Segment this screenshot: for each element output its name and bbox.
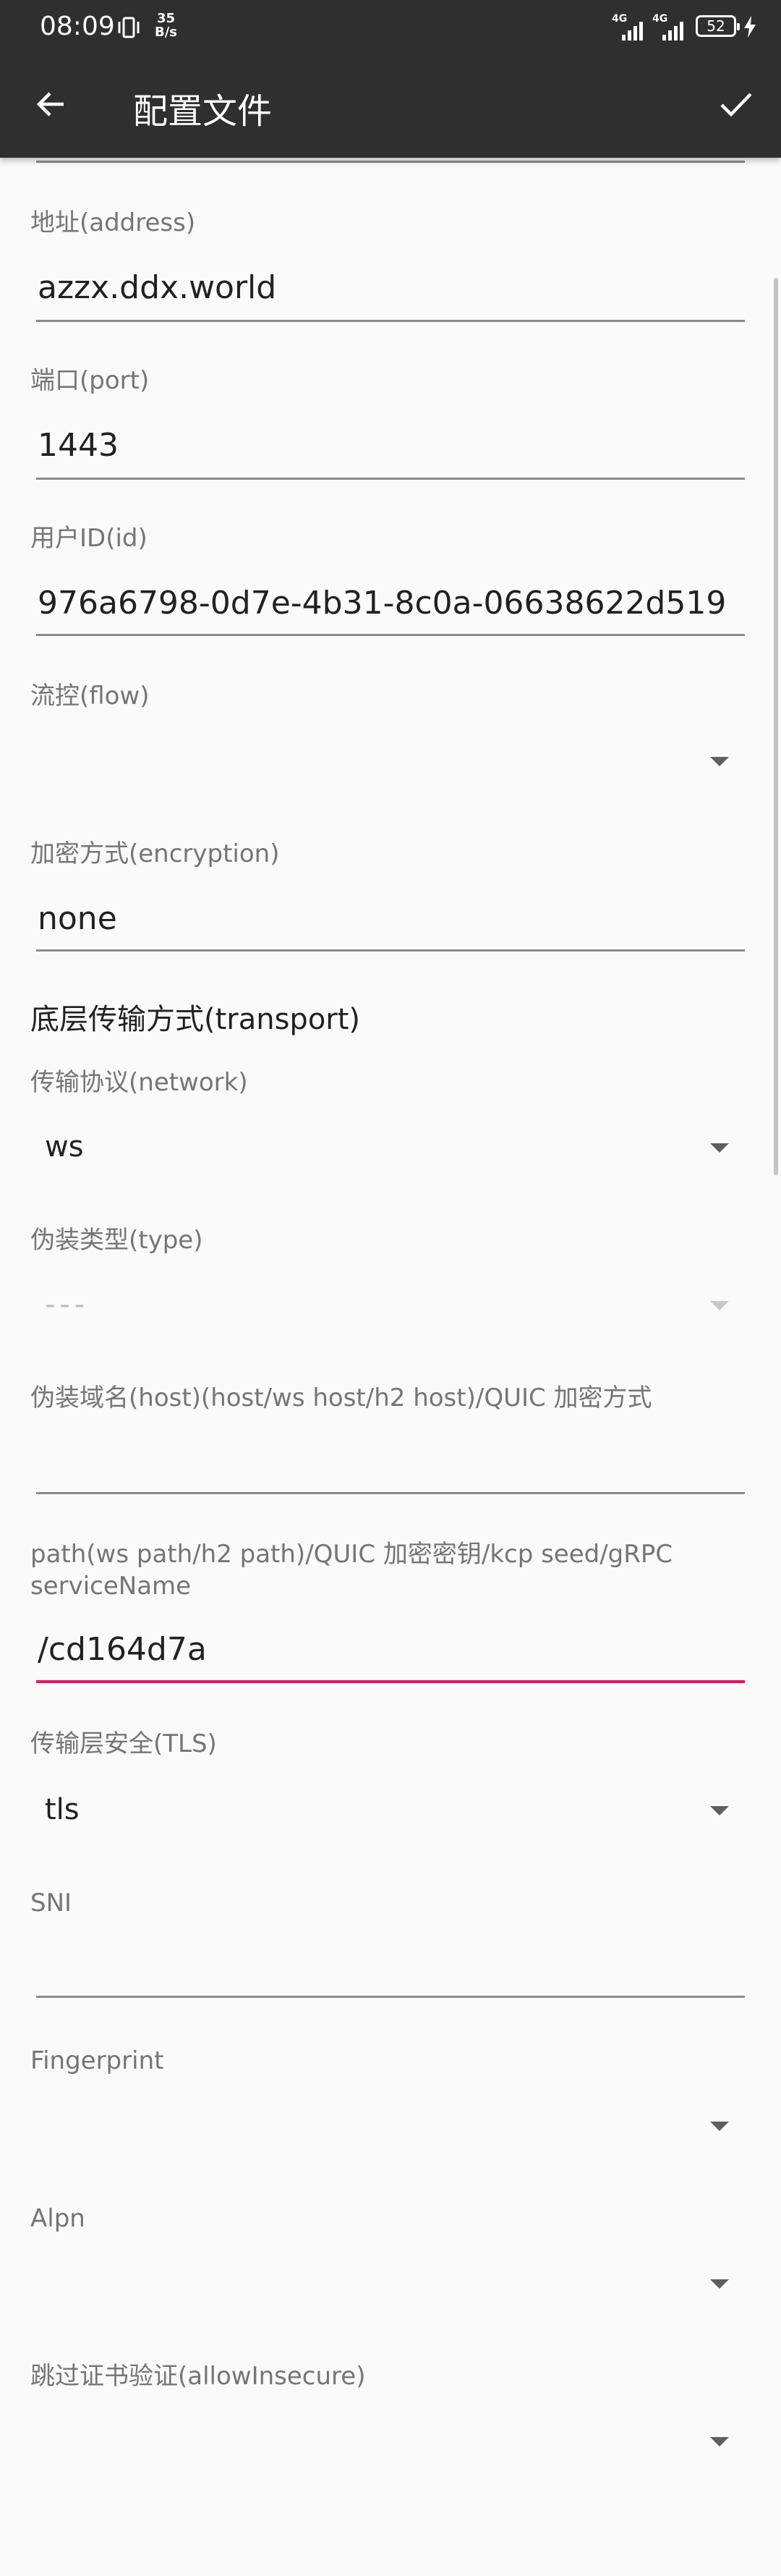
- host-label: 伪装域名(host)(host/ws host/h2 host)/QUIC 加密…: [30, 1384, 652, 1412]
- battery-icon: 52: [696, 15, 740, 37]
- form-content: 地址(address) azzx.ddx.world 端口(port) 1443…: [0, 158, 781, 2576]
- allow-insecure-label: 跳过证书验证(allowInsecure): [30, 2362, 366, 2391]
- fingerprint-label: Fingerprint: [30, 2046, 164, 2075]
- transport-section-title: 底层传输方式(transport): [30, 1003, 361, 1036]
- app-bar: 08:09 35 B/s 4G 4G 52 配置文件: [0, 0, 781, 158]
- speed-unit: B/s: [155, 25, 178, 40]
- dropdown-arrow-icon: [710, 1301, 729, 1310]
- flow-dropdown[interactable]: [30, 737, 754, 787]
- type-label: 伪装类型(type): [30, 1226, 203, 1255]
- tls-dropdown[interactable]: tls: [30, 1786, 754, 1836]
- check-icon: [720, 93, 752, 117]
- path-underline-focused: [36, 1680, 745, 1683]
- vibrate-icon: [118, 17, 140, 38]
- address-input[interactable]: azzx.ddx.world: [38, 269, 276, 306]
- arrow-left-icon: [36, 92, 64, 116]
- dropdown-arrow-icon: [710, 2437, 729, 2446]
- host-underline: [36, 1492, 745, 1494]
- encryption-input[interactable]: none: [38, 900, 117, 937]
- signal-icon: 4G: [612, 13, 651, 42]
- network-speed: 35 B/s: [155, 12, 177, 39]
- path-label: path(ws path/h2 path)/QUIC 加密密钥/kcp seed…: [30, 1540, 673, 1601]
- address-label: 地址(address): [30, 208, 196, 237]
- encryption-label: 加密方式(encryption): [30, 839, 280, 868]
- user-id-label: 用户ID(id): [30, 524, 148, 553]
- save-button[interactable]: [710, 81, 762, 127]
- signal-icon: 4G: [652, 13, 691, 42]
- user-id-underline: [36, 634, 745, 636]
- alpn-label: Alpn: [30, 2204, 85, 2233]
- type-value: ---: [45, 1288, 90, 1321]
- dropdown-arrow-icon: [710, 2279, 729, 2289]
- page-title: 配置文件: [133, 91, 273, 132]
- fingerprint-dropdown[interactable]: [30, 2101, 754, 2152]
- tls-label: 传输层安全(TLS): [30, 1729, 217, 1758]
- network-value: ws: [45, 1130, 84, 1164]
- speed-value: 35: [156, 11, 176, 26]
- network-label: 传输协议(network): [30, 1068, 248, 1097]
- port-input[interactable]: 1443: [38, 427, 119, 464]
- port-label: 端口(port): [30, 366, 150, 395]
- type-dropdown: ---: [30, 1281, 754, 1331]
- battery-level: 52: [707, 17, 725, 35]
- dropdown-arrow-icon: [710, 757, 729, 766]
- sni-label: SNI: [30, 1889, 72, 1918]
- charging-icon: [744, 16, 756, 38]
- path-input[interactable]: /cd164d7a: [38, 1631, 207, 1668]
- sni-underline: [36, 1996, 745, 1998]
- alpn-dropdown[interactable]: [30, 2259, 754, 2310]
- encryption-underline: [36, 949, 745, 952]
- dropdown-arrow-icon: [710, 1806, 729, 1816]
- status-time: 08:09: [40, 12, 115, 41]
- back-button[interactable]: [27, 81, 74, 127]
- address-underline: [36, 320, 745, 322]
- scrollbar[interactable]: [774, 278, 778, 1175]
- port-underline: [36, 478, 745, 480]
- flow-label: 流控(flow): [30, 682, 150, 711]
- network-dropdown[interactable]: ws: [30, 1123, 754, 1174]
- status-bar: 08:09 35 B/s 4G 4G 52: [0, 0, 781, 56]
- dropdown-arrow-icon: [710, 1143, 729, 1153]
- allow-insecure-dropdown[interactable]: [30, 2417, 754, 2467]
- dropdown-arrow-icon: [710, 2122, 729, 2131]
- field-underline: [36, 161, 745, 163]
- tls-value: tls: [45, 1793, 80, 1826]
- user-id-input[interactable]: 976a6798-0d7e-4b31-8c0a-06638622d519: [38, 585, 726, 622]
